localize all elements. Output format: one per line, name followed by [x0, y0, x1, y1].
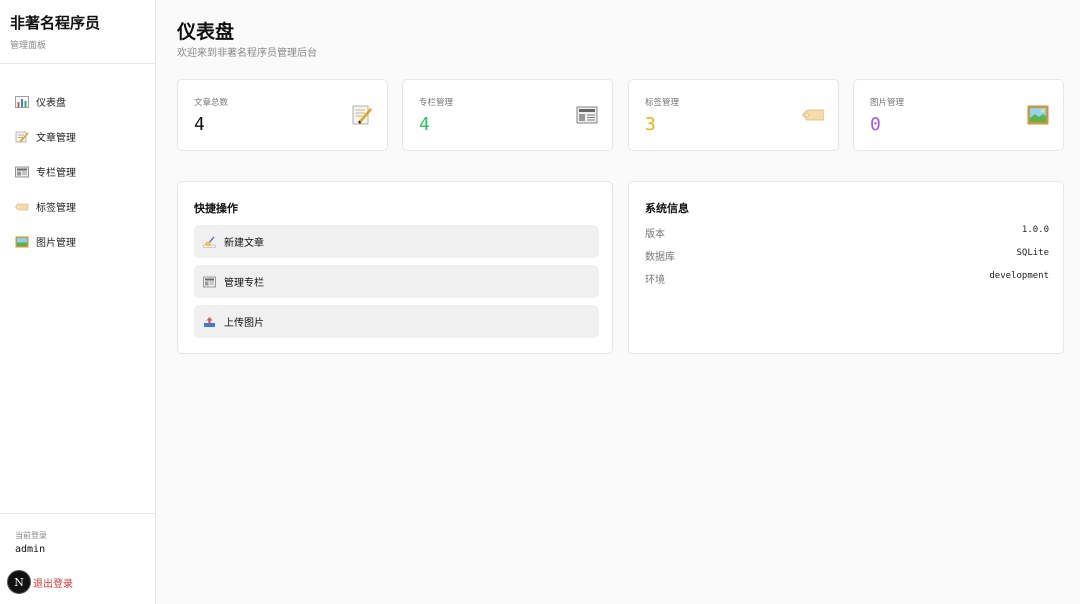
stat-label: 专栏管理	[419, 98, 454, 108]
info-value: 1.0.0	[1021, 225, 1049, 235]
stat-label: 标签管理	[645, 98, 680, 108]
dev-tools-badge[interactable]: N	[7, 570, 31, 594]
sidebar-item-articles[interactable]: 文章管理	[0, 119, 155, 154]
sidebar-item-label: 专栏管理	[36, 168, 76, 179]
sidebar-item-label: 仪表盘	[36, 98, 66, 109]
newspaper-icon	[203, 276, 216, 288]
panel-title: 快捷操作	[194, 202, 238, 215]
writing-hand-icon	[203, 236, 216, 248]
tag-icon	[15, 201, 29, 213]
info-key: 版本	[645, 229, 665, 240]
sidebar-item-label: 文章管理	[36, 133, 76, 144]
new-article-button[interactable]: 新建文章	[194, 225, 599, 258]
stat-card-images: 图片管理 0	[853, 79, 1064, 151]
sidebar-nav: 仪表盘 文章管理 专栏管理 标签管理 图片管理	[0, 64, 155, 259]
sidebar-item-columns[interactable]: 专栏管理	[0, 154, 155, 189]
login-label: 当前登录	[15, 531, 47, 540]
login-username: admin	[15, 544, 46, 555]
info-value: SQLite	[1016, 248, 1049, 258]
quick-action-label: 上传图片	[224, 318, 264, 329]
page-title: 仪表盘	[177, 21, 235, 43]
inbox-upload-icon	[203, 316, 216, 328]
info-value: development	[989, 271, 1049, 281]
sidebar-item-label: 标签管理	[36, 203, 76, 214]
brand-title: 非著名程序员	[10, 14, 101, 32]
newspaper-icon	[576, 104, 598, 126]
system-info-panel: 系统信息 版本 1.0.0 数据库 SQLite 环境 development	[628, 181, 1064, 354]
tag-icon	[801, 104, 825, 126]
quick-actions-panel: 快捷操作 新建文章 管理专栏 上传图片	[177, 181, 613, 354]
quick-action-label: 新建文章	[224, 238, 264, 249]
info-key: 数据库	[645, 252, 675, 263]
memo-icon	[351, 104, 373, 126]
stat-label: 图片管理	[870, 98, 905, 108]
sidebar-item-images[interactable]: 图片管理	[0, 224, 155, 259]
page-subtitle: 欢迎来到非著名程序员管理后台	[177, 48, 317, 59]
sidebar-item-dashboard[interactable]: 仪表盘	[0, 84, 155, 119]
main-content: 仪表盘 欢迎来到非著名程序员管理后台 文章总数 4 专栏管理 4 标签管理 3 …	[156, 0, 1080, 604]
sidebar-item-tags[interactable]: 标签管理	[0, 189, 155, 224]
info-row-environment: 环境 development	[645, 271, 1049, 286]
stat-card-columns: 专栏管理 4	[402, 79, 613, 151]
logout-button[interactable]: 退出登录	[33, 575, 73, 590]
framed-picture-icon	[1027, 104, 1049, 126]
stat-card-tags: 标签管理 3	[628, 79, 839, 151]
quick-action-label: 管理专栏	[224, 278, 264, 289]
info-key: 环境	[645, 275, 665, 286]
upload-image-button[interactable]: 上传图片	[194, 305, 599, 338]
stat-value: 0	[870, 114, 881, 135]
framed-picture-icon	[15, 236, 29, 248]
sidebar-footer: 当前登录 admin N 退出登录	[0, 513, 155, 604]
info-row-database: 数据库 SQLite	[645, 248, 1049, 263]
stat-card-articles: 文章总数 4	[177, 79, 388, 151]
sidebar-item-label: 图片管理	[36, 238, 76, 249]
bar-chart-icon	[15, 95, 29, 108]
sidebar: 非著名程序员 管理面板 仪表盘 文章管理 专栏管理 标签管理 图片管理 当前登录…	[0, 0, 156, 604]
stat-value: 3	[645, 114, 656, 135]
brand-subtitle: 管理面板	[10, 41, 47, 51]
stat-label: 文章总数	[194, 98, 229, 108]
info-row-version: 版本 1.0.0	[645, 225, 1049, 240]
memo-icon	[15, 131, 29, 143]
panel-title: 系统信息	[645, 202, 689, 215]
brand: 非著名程序员 管理面板	[0, 0, 155, 64]
stat-value: 4	[194, 114, 205, 135]
stat-value: 4	[419, 114, 430, 135]
manage-columns-button[interactable]: 管理专栏	[194, 265, 599, 298]
newspaper-icon	[15, 166, 29, 178]
